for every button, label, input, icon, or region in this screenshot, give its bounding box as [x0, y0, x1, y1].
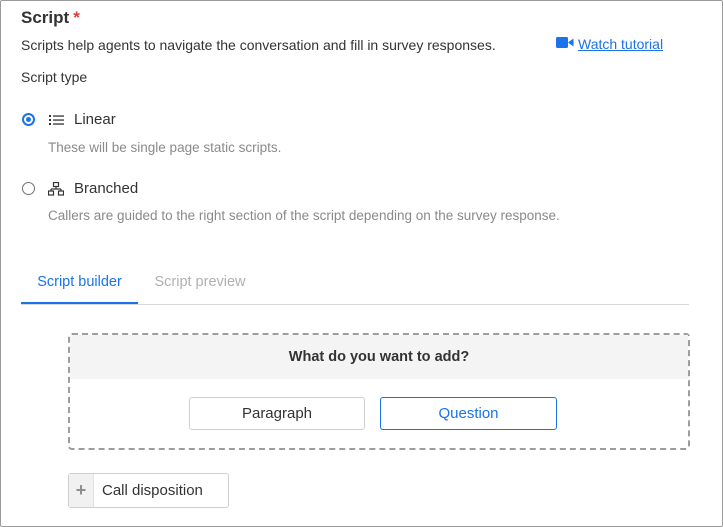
section-title-text: Script: [21, 8, 70, 27]
plus-icon: +: [69, 474, 94, 507]
sitemap-icon: [48, 181, 64, 197]
option-label-branched: Branched: [74, 180, 139, 197]
watch-tutorial-link[interactable]: Watch tutorial: [556, 36, 663, 52]
script-type-option-linear[interactable]: Linear: [22, 111, 116, 128]
script-type-option-branched[interactable]: Branched: [22, 180, 138, 197]
option-description-branched: Callers are guided to the right section …: [48, 208, 560, 223]
script-panel: Script * Scripts help agents to navigate …: [0, 0, 723, 527]
call-disposition-label: Call disposition: [102, 482, 203, 499]
script-type-label: Script type: [21, 69, 88, 85]
add-panel-heading: What do you want to add?: [70, 335, 688, 379]
radio-branched[interactable]: [22, 182, 35, 195]
option-label-linear: Linear: [74, 111, 116, 128]
tab-script-builder[interactable]: Script builder: [21, 261, 138, 304]
option-description-linear: These will be single page static scripts…: [48, 140, 282, 155]
list-icon: [48, 112, 64, 128]
add-content-panel: What do you want to add? Paragraph Quest…: [68, 333, 690, 450]
add-question-button[interactable]: Question: [380, 397, 557, 430]
tab-script-preview[interactable]: Script preview: [143, 261, 257, 303]
watch-tutorial-label: Watch tutorial: [578, 36, 664, 52]
call-disposition-button[interactable]: + Call disposition: [68, 473, 229, 508]
radio-linear[interactable]: [22, 113, 35, 126]
script-tabs: Script builder Script preview: [21, 261, 689, 305]
required-marker: *: [73, 8, 80, 27]
video-camera-icon: [556, 36, 574, 52]
section-description: Scripts help agents to navigate the conv…: [21, 37, 496, 53]
add-paragraph-button[interactable]: Paragraph: [189, 397, 365, 430]
section-title: Script *: [21, 8, 80, 28]
